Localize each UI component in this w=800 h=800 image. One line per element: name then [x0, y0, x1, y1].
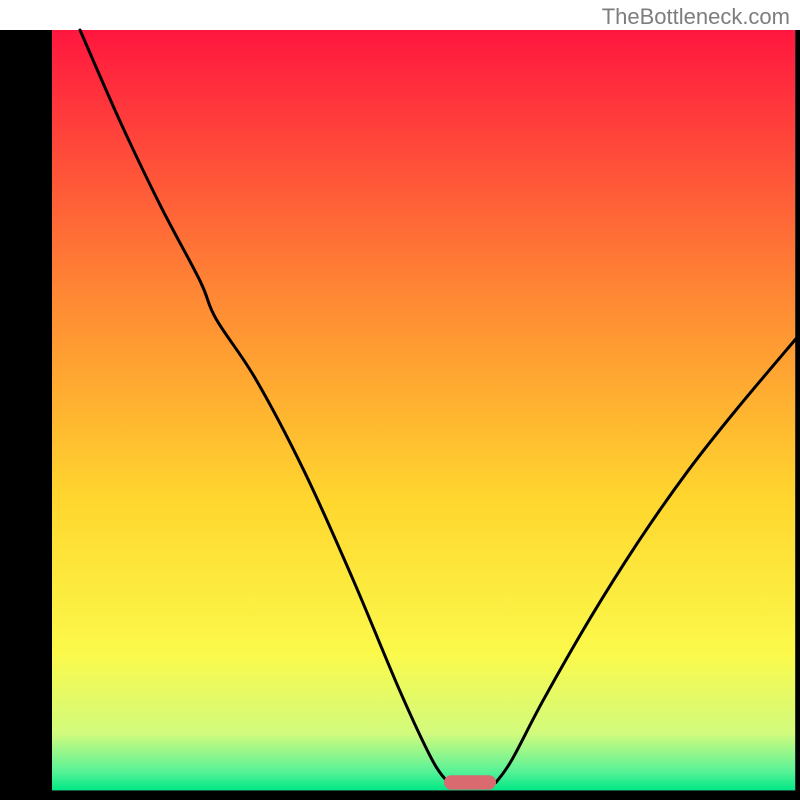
- frame-left: [0, 30, 52, 800]
- bottleneck-marker: [444, 775, 496, 789]
- bottleneck-chart: [0, 0, 800, 800]
- frame-bottom: [0, 790, 800, 800]
- chart-container: TheBottleneck.com: [0, 0, 800, 800]
- frame-right: [795, 30, 800, 800]
- gradient-background: [52, 30, 795, 790]
